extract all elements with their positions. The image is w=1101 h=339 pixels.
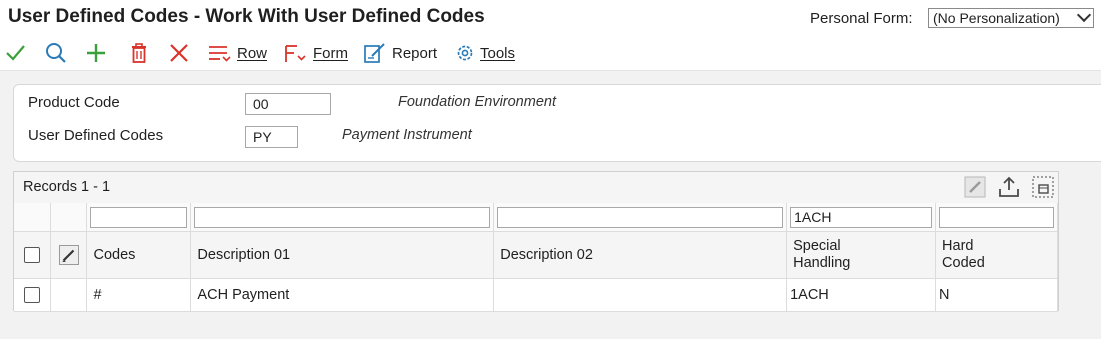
title-bar: User Defined Codes - Work With User Defi… xyxy=(0,0,1101,36)
tools-menu-label: Tools xyxy=(480,44,516,62)
form-icon xyxy=(285,45,306,62)
grid-header-bar: Records 1 - 1 xyxy=(14,172,1058,204)
query-header-panel: Product Code 00 Foundation Environment U… xyxy=(13,84,1101,162)
find-button[interactable] xyxy=(45,42,67,64)
special-handling-line-1: Special xyxy=(793,238,841,254)
search-icon xyxy=(46,43,66,63)
column-header-special-handling[interactable]: Special Handling xyxy=(787,238,935,272)
row-checkbox[interactable] xyxy=(24,287,41,303)
product-code-input[interactable]: 00 xyxy=(245,93,331,115)
maximize-grid-icon[interactable] xyxy=(1032,176,1054,198)
report-menu-label: Report xyxy=(392,44,438,62)
hard-coded-line-1: Hard xyxy=(942,238,974,254)
report-menu-button[interactable]: Report xyxy=(363,42,437,64)
hard-coded-filter-input[interactable] xyxy=(939,206,1054,228)
row-edit-icon[interactable] xyxy=(58,245,79,265)
form-menu-button[interactable]: Form xyxy=(284,42,348,64)
special-handling-filter-input[interactable]: 1ACH xyxy=(790,206,933,228)
cell-special-handling: 1ACH xyxy=(790,286,829,303)
cell-description-01: ACH Payment xyxy=(197,286,290,303)
udc-label: User Defined Codes xyxy=(28,127,164,144)
report-icon xyxy=(364,43,385,63)
trash-icon xyxy=(132,43,146,63)
hard-coded-line-2: Coded xyxy=(942,255,985,271)
plus-icon xyxy=(87,44,105,62)
check-icon xyxy=(6,45,25,61)
column-header-codes[interactable]: Codes xyxy=(87,247,190,264)
personal-form-value: (No Personalization) xyxy=(933,10,1060,26)
records-count: Records 1 - 1 xyxy=(23,179,111,195)
udc-description: Payment Instrument xyxy=(342,127,472,143)
row-icon xyxy=(209,46,231,62)
column-header-row: Codes Description 01 Description 02 Spec… xyxy=(14,231,1058,279)
delete-button[interactable] xyxy=(130,42,148,64)
codes-filter-input[interactable] xyxy=(90,206,188,228)
udc-table: 1ACH Codes Description 01 Description 02… xyxy=(14,203,1058,312)
table-row[interactable]: # ACH Payment 1ACH N xyxy=(14,278,1058,312)
export-icon[interactable] xyxy=(998,176,1020,198)
form-menu-label: Form xyxy=(313,44,348,62)
special-handling-line-2: Handling xyxy=(793,255,851,271)
personal-form-label: Personal Form: xyxy=(810,10,913,27)
cell-codes: # xyxy=(93,286,102,303)
product-code-label: Product Code xyxy=(28,94,120,111)
column-header-description-02[interactable]: Description 02 xyxy=(494,247,786,264)
add-button[interactable] xyxy=(86,42,106,64)
chevron-down-icon xyxy=(1076,7,1092,23)
column-header-description-01[interactable]: Description 01 xyxy=(191,247,493,264)
page-title: User Defined Codes - Work With User Defi… xyxy=(8,6,485,27)
tools-icon xyxy=(457,45,473,61)
row-menu-button[interactable]: Row xyxy=(208,42,267,64)
select-button[interactable] xyxy=(5,42,25,64)
grid-icon-group xyxy=(964,176,1054,198)
select-all-checkbox[interactable] xyxy=(24,247,41,263)
grid-edit-icon[interactable] xyxy=(964,176,986,198)
toolbar: Row Form Report Tools xyxy=(0,36,1101,71)
description-02-filter-input[interactable] xyxy=(497,206,784,228)
description-01-filter-input[interactable] xyxy=(194,206,491,228)
close-button[interactable] xyxy=(169,42,189,64)
row-menu-label: Row xyxy=(237,44,268,62)
cell-hard-coded: N xyxy=(939,286,950,303)
personal-form-select[interactable]: (No Personalization) xyxy=(928,7,1094,28)
product-code-description: Foundation Environment xyxy=(398,94,556,110)
udc-input[interactable]: PY xyxy=(245,126,298,148)
column-header-hard-coded[interactable]: Hard Coded xyxy=(936,238,1057,272)
close-icon xyxy=(170,44,188,62)
query-by-example-row: 1ACH xyxy=(14,203,1058,232)
results-grid: Records 1 - 1 1ACH Codes Description 01 … xyxy=(13,171,1059,312)
tools-menu-button[interactable]: Tools xyxy=(455,42,515,64)
